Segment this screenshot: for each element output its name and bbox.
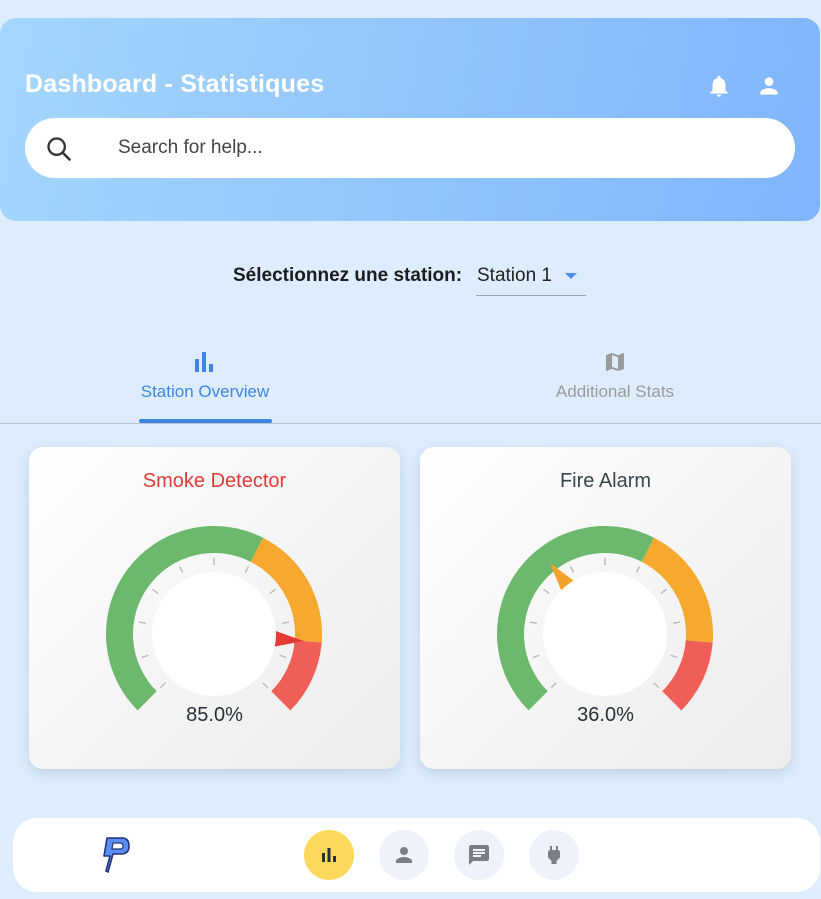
station-dropdown[interactable]: Station 1 — [476, 262, 586, 296]
person-icon[interactable] — [756, 73, 782, 99]
tab-station-overview[interactable]: Station Overview — [105, 340, 305, 423]
gauge-tick — [532, 654, 540, 659]
gauge-hub — [543, 572, 667, 696]
gauge-tick — [269, 588, 276, 595]
gauge-tick — [244, 565, 250, 573]
bottom-navigation — [13, 818, 820, 892]
gauge-band-red — [662, 640, 713, 711]
map-icon — [606, 353, 624, 371]
chat-icon — [469, 845, 489, 865]
tab-additional-stats[interactable]: Additional Stats — [515, 340, 715, 423]
search-icon — [47, 137, 71, 161]
nav-stats-button[interactable] — [304, 830, 354, 880]
page-title: Dashboard - Statistiques — [25, 70, 325, 98]
smoke-detector-card: Smoke Detector 85.0% — [29, 447, 400, 769]
gauge-tick — [152, 588, 159, 595]
gauge-tick — [262, 682, 269, 689]
fire-alarm-card: Fire Alarm 36.0% — [420, 447, 791, 769]
plug-icon — [548, 846, 560, 864]
gauge-tick — [569, 565, 575, 573]
station-dropdown-value: Station 1 — [477, 265, 552, 286]
fire-alarm-gauge — [496, 526, 713, 711]
bell-icon[interactable] — [706, 73, 732, 99]
gauge-tick — [279, 654, 287, 659]
gauge-tick — [159, 682, 166, 689]
gauge-tick — [670, 654, 678, 659]
gauge-hub — [152, 572, 276, 696]
gauge-value: 85.0% — [186, 704, 243, 726]
gauge-value: 36.0% — [577, 704, 634, 726]
station-label: Sélectionnez une station: — [233, 265, 463, 286]
logo-icon — [103, 837, 130, 873]
gauge-tick — [282, 621, 290, 624]
nav-messages-button[interactable] — [454, 830, 504, 880]
gauge-tick — [543, 588, 550, 595]
search-input[interactable] — [118, 132, 758, 164]
header: Dashboard - Statistiques — [0, 18, 820, 221]
nav-power-button[interactable] — [529, 830, 579, 880]
gauge-tick — [178, 565, 184, 573]
gauge-tick — [653, 682, 660, 689]
tab-bar: Station Overview Additional Stats — [0, 340, 821, 424]
gauge-tick — [550, 682, 557, 689]
nav-profile-button[interactable] — [379, 830, 429, 880]
gauge-tick — [141, 654, 149, 659]
active-tab-indicator — [139, 419, 272, 423]
person-icon — [396, 847, 412, 863]
gauge-tick — [635, 565, 641, 573]
smoke-detector-gauge — [105, 526, 322, 711]
card-title: Fire Alarm — [559, 470, 652, 492]
tab-label: Station Overview — [140, 382, 270, 401]
card-title: Smoke Detector — [142, 470, 287, 492]
chevron-down-icon — [565, 273, 577, 279]
search-bar — [25, 118, 795, 178]
gauge-tick — [660, 588, 667, 595]
gauge-tick — [673, 621, 681, 624]
bar-chart-icon — [322, 848, 336, 862]
gauge-tick — [138, 621, 146, 624]
gauge-tick — [529, 621, 537, 624]
bar-chart-icon — [195, 352, 213, 372]
station-selector-row: Sélectionnez une station: Station 1 — [0, 262, 821, 296]
gauge-band-red — [271, 640, 322, 711]
tab-label: Additional Stats — [555, 382, 675, 401]
